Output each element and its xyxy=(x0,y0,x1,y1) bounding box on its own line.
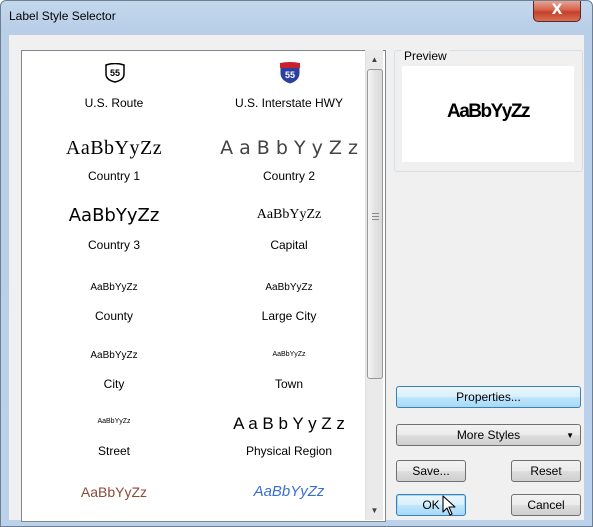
style-sample: AaBbYyZz xyxy=(90,350,138,361)
style-item-unlabeled-water[interactable]: AaBbYyZz xyxy=(204,481,374,521)
window-title: Label Style Selector xyxy=(9,9,116,23)
scrollbar-grip xyxy=(372,219,379,220)
list-scrollbar[interactable]: ▲ ▼ xyxy=(365,50,383,520)
style-caption: Country 3 xyxy=(87,238,141,252)
ok-button-label: OK xyxy=(422,498,440,512)
style-caption: Country 2 xyxy=(262,169,316,183)
style-caption: Physical Region xyxy=(245,444,333,458)
preview-label: Preview xyxy=(402,49,449,63)
us-route-number: 55 xyxy=(110,68,120,78)
style-caption: U.S. Route xyxy=(84,96,144,110)
style-sample: A a B b Y y Z z xyxy=(220,137,358,159)
style-caption: Street xyxy=(97,444,130,458)
style-caption: Large City xyxy=(261,309,317,323)
style-caption: Town xyxy=(274,377,303,391)
style-item-county[interactable]: AaBbYyZz County xyxy=(29,271,199,336)
style-sample: AaBbYyZz xyxy=(68,205,160,226)
more-styles-dropdown[interactable]: More Styles ▼ xyxy=(396,424,581,446)
style-item-capital[interactable]: AaBbYyZz Capital xyxy=(204,191,374,256)
properties-button[interactable]: Properties... xyxy=(396,386,581,408)
close-icon: X xyxy=(551,2,563,18)
style-caption: County xyxy=(94,309,134,323)
style-item-country-1[interactable]: AaBbYyZz Country 1 xyxy=(29,131,199,191)
scrollbar-grip xyxy=(372,216,379,217)
save-button[interactable]: Save... xyxy=(396,460,466,482)
preview-text: AaBbYyZz xyxy=(447,101,530,122)
style-item-us-route[interactable]: 55 U.S. Route xyxy=(29,51,199,131)
style-item-country-2[interactable]: A a B b Y y Z z Country 2 xyxy=(204,131,374,191)
style-item-street[interactable]: AaBbYyZz Street xyxy=(29,406,199,466)
cancel-button[interactable]: Cancel xyxy=(511,494,581,516)
style-sample: A a B b Y y Z z xyxy=(233,414,345,433)
style-sample: AaBbYyZz xyxy=(272,351,306,358)
style-item-large-city[interactable]: AaBbYyZz Large City xyxy=(204,271,374,336)
more-styles-label: More Styles xyxy=(456,428,521,442)
style-sample: AaBbYyZz xyxy=(65,137,163,159)
style-list: 55 U.S. Route 55 U.S. Interstate HWY AaB… xyxy=(21,50,386,522)
interstate-number: 55 xyxy=(285,70,295,80)
style-item-town[interactable]: AaBbYyZz Town xyxy=(204,339,374,399)
mouse-cursor-icon xyxy=(442,495,456,516)
style-item-country-3[interactable]: AaBbYyZz Country 3 xyxy=(29,191,199,256)
style-item-city[interactable]: AaBbYyZz City xyxy=(29,339,199,399)
properties-button-label: Properties... xyxy=(456,390,521,404)
us-route-shield-icon: 55 xyxy=(105,63,125,83)
scroll-up-arrow-icon[interactable]: ▲ xyxy=(366,51,383,68)
scrollbar-thumb[interactable] xyxy=(367,69,383,379)
cancel-button-label: Cancel xyxy=(527,498,565,512)
reset-button[interactable]: Reset xyxy=(511,460,581,482)
style-sample: AaBbYyZz xyxy=(256,207,322,222)
reset-button-label: Reset xyxy=(530,464,562,478)
dropdown-arrow-icon: ▼ xyxy=(566,431,574,440)
style-item-unlabeled-brown[interactable]: AaBbYyZz xyxy=(29,481,199,521)
style-caption: Capital xyxy=(270,238,308,252)
style-caption: U.S. Interstate HWY xyxy=(234,96,344,110)
scrollbar-grip xyxy=(372,213,379,214)
title-bar[interactable]: Label Style Selector X xyxy=(1,1,592,33)
interstate-shield-icon: 55 xyxy=(279,61,301,85)
style-caption: City xyxy=(103,377,125,391)
close-button[interactable]: X xyxy=(533,1,581,22)
style-item-physical-region[interactable]: A a B b Y y Z z Physical Region xyxy=(204,406,374,466)
style-sample: AaBbYyZz xyxy=(90,282,138,293)
style-sample: AaBbYyZz xyxy=(253,483,325,500)
style-caption: Country 1 xyxy=(87,169,141,183)
style-sample: AaBbYyZz xyxy=(97,418,131,425)
style-sample: AaBbYyZz xyxy=(265,282,313,293)
scroll-down-arrow-icon[interactable]: ▼ xyxy=(366,502,383,519)
style-sample: AaBbYyZz xyxy=(80,484,148,500)
style-item-interstate[interactable]: 55 U.S. Interstate HWY xyxy=(204,51,374,131)
save-button-label: Save... xyxy=(412,464,450,478)
